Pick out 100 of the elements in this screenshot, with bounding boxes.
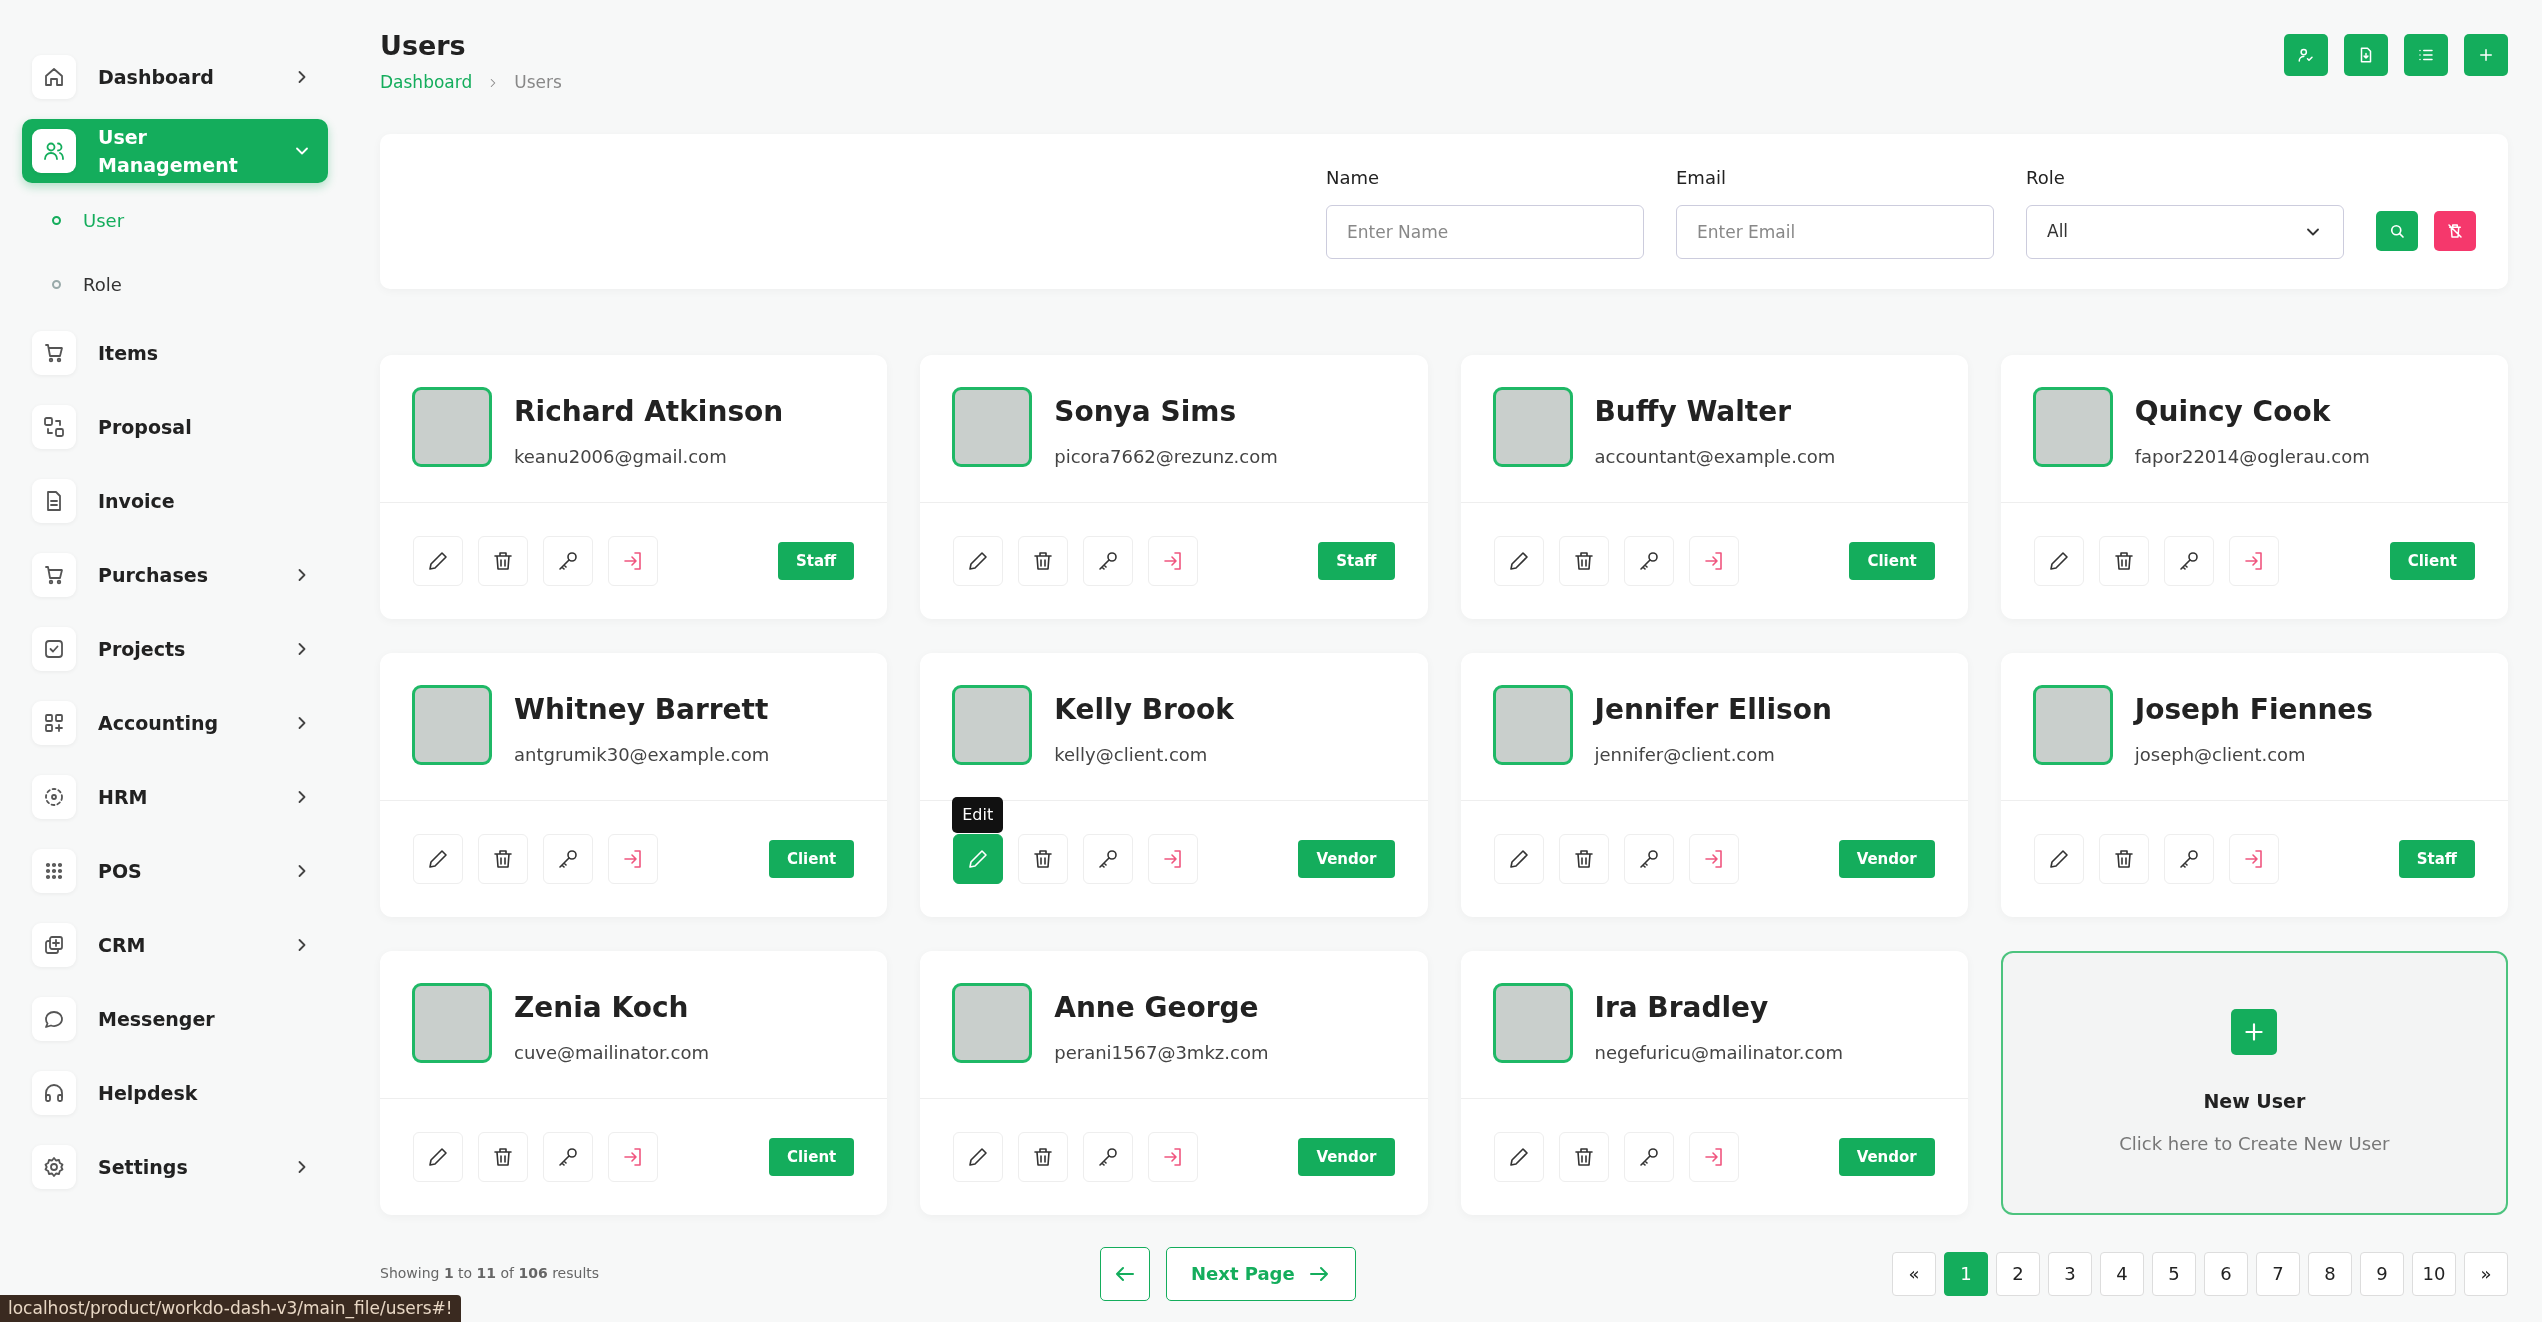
user-email: picora7662@rezunz.com bbox=[1054, 444, 1278, 469]
page-button[interactable]: 2 bbox=[1996, 1251, 2040, 1296]
input-field[interactable]: Enter Name bbox=[1326, 204, 1644, 259]
breadcrumb-current: Users bbox=[514, 71, 562, 95]
login-button[interactable] bbox=[608, 1131, 658, 1182]
export-button[interactable] bbox=[2344, 34, 2388, 76]
reset-password-button[interactable] bbox=[543, 833, 593, 884]
new-user-card[interactable]: New User Click here to Create New User bbox=[2000, 950, 2508, 1215]
edit-button[interactable] bbox=[953, 833, 1004, 884]
reset-password-button[interactable] bbox=[2163, 535, 2214, 586]
cart-icon bbox=[42, 341, 66, 365]
new-user-subtitle: Click here to Create New User bbox=[2119, 1131, 2390, 1156]
delete-button[interactable] bbox=[478, 535, 528, 586]
reset-password-button[interactable] bbox=[1623, 535, 1674, 586]
role-badge: Staff bbox=[778, 541, 855, 581]
submenu-item[interactable]: Role bbox=[22, 252, 328, 316]
create-button[interactable] bbox=[2464, 34, 2508, 76]
delete-button[interactable] bbox=[478, 1131, 528, 1182]
sidebar-item[interactable]: Settings bbox=[22, 1130, 328, 1204]
add-user-button[interactable] bbox=[2284, 34, 2328, 76]
page-button[interactable]: 8 bbox=[2308, 1251, 2352, 1296]
user-name: Anne George bbox=[1054, 989, 1260, 1026]
page-button[interactable]: 10 bbox=[2412, 1251, 2456, 1296]
page-button[interactable]: « bbox=[1892, 1251, 1936, 1296]
checkbox-icon bbox=[42, 637, 66, 661]
role-badge: Vendor bbox=[1298, 839, 1395, 879]
login-button[interactable] bbox=[1688, 1131, 1739, 1182]
user-email: negefuricu@mailinator.com bbox=[1594, 1040, 1843, 1065]
page-title: Users bbox=[380, 30, 467, 63]
new-user-title: New User bbox=[2203, 1089, 2306, 1115]
page-button[interactable]: 9 bbox=[2360, 1251, 2404, 1296]
page-button[interactable]: 5 bbox=[2152, 1251, 2196, 1296]
sidebar-item[interactable]: POS bbox=[22, 834, 328, 908]
reset-password-button[interactable] bbox=[1083, 535, 1134, 586]
sidebar-item[interactable]: CRM bbox=[22, 908, 328, 982]
plus-icon-button[interactable] bbox=[2231, 1009, 2278, 1056]
delete-button[interactable] bbox=[2098, 535, 2149, 586]
delete-button[interactable] bbox=[1558, 833, 1609, 884]
reset-password-button[interactable] bbox=[1083, 1131, 1134, 1182]
role-badge: Vendor bbox=[1838, 1137, 1935, 1177]
login-button[interactable] bbox=[1148, 833, 1199, 884]
headphones-icon bbox=[42, 1081, 66, 1105]
user-email: fapor22014@oglerau.com bbox=[2134, 444, 2370, 469]
login-button[interactable] bbox=[1148, 535, 1199, 586]
sidebar-item[interactable]: Invoice bbox=[22, 464, 328, 538]
search-button[interactable] bbox=[2376, 210, 2418, 251]
user-name: Richard Atkinson bbox=[514, 393, 784, 430]
user-email: keanu2006@gmail.com bbox=[514, 444, 728, 469]
login-button[interactable] bbox=[2228, 833, 2279, 884]
login-button[interactable] bbox=[1688, 535, 1739, 586]
delete-button[interactable] bbox=[2098, 833, 2149, 884]
role-badge: Client bbox=[1849, 541, 1935, 581]
delete-button[interactable] bbox=[1558, 535, 1609, 586]
sidebar-item[interactable]: Messenger bbox=[22, 982, 328, 1056]
user-name: Sonya Sims bbox=[1054, 393, 1238, 430]
login-button[interactable] bbox=[1148, 1131, 1199, 1182]
user-name: Buffy Walter bbox=[1594, 393, 1793, 430]
sidebar-item[interactable]: Dashboard bbox=[22, 40, 328, 114]
role-badge: Client bbox=[768, 839, 855, 879]
reset-password-button[interactable] bbox=[1083, 833, 1134, 884]
user-email: cuve@mailinator.com bbox=[514, 1040, 710, 1065]
reset-password-button[interactable] bbox=[543, 1131, 593, 1182]
page-button[interactable]: » bbox=[2464, 1251, 2508, 1296]
user-check-icon bbox=[2297, 46, 2315, 64]
login-button[interactable] bbox=[1688, 833, 1739, 884]
reset-password-button[interactable] bbox=[2163, 833, 2214, 884]
layers-icon bbox=[42, 933, 66, 957]
sidebar-item[interactable]: Items bbox=[22, 316, 328, 390]
page-button[interactable]: 6 bbox=[2204, 1251, 2248, 1296]
user-name: Joseph Fiennes bbox=[2134, 691, 2374, 728]
role-select[interactable]: All bbox=[2026, 204, 2344, 259]
login-button[interactable] bbox=[608, 833, 658, 884]
sidebar-item[interactable]: Accounting bbox=[22, 686, 328, 760]
sidebar-item[interactable]: Proposal bbox=[22, 390, 328, 464]
delete-button[interactable] bbox=[478, 833, 528, 884]
delete-button[interactable] bbox=[1018, 1131, 1069, 1182]
page-button[interactable]: 4 bbox=[2100, 1251, 2144, 1296]
role-badge: Staff bbox=[1318, 541, 1395, 581]
clear-filter-button[interactable] bbox=[2434, 210, 2476, 251]
sidebar-item[interactable]: Helpdesk bbox=[22, 1056, 328, 1130]
page-button[interactable]: 3 bbox=[2048, 1251, 2092, 1296]
previous-page-button[interactable] bbox=[1100, 1246, 1150, 1301]
reset-password-button[interactable] bbox=[1623, 1131, 1674, 1182]
cart-icon bbox=[42, 563, 66, 587]
reset-password-button[interactable] bbox=[1623, 833, 1674, 884]
delete-button[interactable] bbox=[1558, 1131, 1609, 1182]
user-name: Jennifer Ellison bbox=[1594, 691, 1832, 728]
list-view-button[interactable] bbox=[2404, 34, 2448, 76]
delete-button[interactable] bbox=[1018, 535, 1069, 586]
sidebar-item[interactable]: Projects bbox=[22, 612, 328, 686]
delete-button[interactable] bbox=[1018, 833, 1069, 884]
login-button[interactable] bbox=[608, 535, 658, 586]
status-bar-url: localhost/product/workdo-dash-v3/main_file/users#! bbox=[0, 1294, 461, 1322]
login-button[interactable] bbox=[2228, 535, 2279, 586]
reset-password-button[interactable] bbox=[543, 535, 593, 586]
input-field[interactable]: Enter Email bbox=[1676, 204, 1994, 259]
page-button[interactable]: 7 bbox=[2256, 1251, 2300, 1296]
sidebar-item[interactable]: Purchases bbox=[22, 538, 328, 612]
user-email: accountant@example.com bbox=[1594, 444, 1836, 469]
sidebar-item[interactable]: HRM bbox=[22, 760, 328, 834]
